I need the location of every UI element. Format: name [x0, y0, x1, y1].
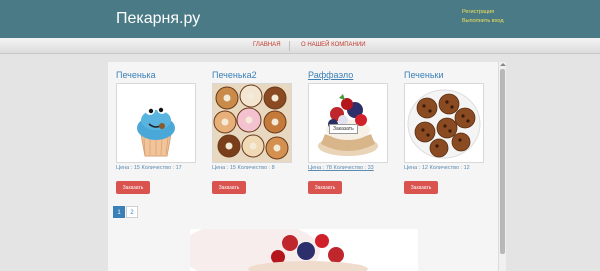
- quantity-label: Количество: [237, 165, 268, 171]
- nav-item-about[interactable]: О НАШЕЙ КОМПАНИИ: [301, 42, 366, 48]
- cupcake-image-icon: [117, 84, 195, 162]
- price-label: Цена: [404, 165, 418, 171]
- scrollbar-thumb[interactable]: [500, 69, 505, 254]
- auth-links: Регистрация Выполнить вход: [462, 8, 504, 26]
- product-meta: Цена : 15 Количество : 8: [212, 165, 275, 171]
- product-card: Печенька2 Цена : 15 Количество: 8 Заказ…: [212, 70, 298, 194]
- order-button[interactable]: Заказать: [308, 181, 342, 194]
- product-meta: Цена : 78 Количество : 33: [308, 165, 374, 171]
- page-button-1[interactable]: 1: [113, 206, 125, 218]
- product-title[interactable]: Раффаэло: [308, 70, 394, 82]
- register-link[interactable]: Регистрация: [462, 8, 504, 17]
- order-button[interactable]: Заказать: [212, 181, 246, 194]
- product-image[interactable]: [404, 83, 484, 163]
- scrollbar[interactable]: [498, 62, 506, 271]
- quantity-label: Количество: [429, 165, 460, 171]
- product-card: Печеньки Цена: 12 Количество: 12 Заказ…: [404, 70, 490, 194]
- price-label: Цена: [308, 165, 322, 171]
- site-header: Пекарня.ру Регистрация Выполнить вход: [0, 0, 600, 38]
- donuts-image-icon: [213, 84, 291, 162]
- product-image[interactable]: [116, 83, 196, 163]
- quantity-value: 12: [463, 165, 470, 171]
- page-button-2[interactable]: 2: [126, 206, 138, 218]
- product-card: Печенька Цена : 15 Количество : 17 Заказ…: [116, 70, 202, 194]
- price-label: Цена: [212, 165, 226, 171]
- product-title[interactable]: Печеньки: [404, 70, 490, 82]
- order-button[interactable]: Заказать: [116, 181, 150, 194]
- product-image[interactable]: [212, 83, 292, 163]
- product-meta: Цена : 12 Количество : 12: [404, 165, 470, 171]
- price-value: 12: [421, 165, 428, 171]
- price-value: 15: [133, 165, 140, 171]
- scroll-up-arrow-icon[interactable]: [500, 63, 506, 66]
- product-image[interactable]: Заказать: [308, 83, 388, 163]
- site-logo[interactable]: Пекарня.ру: [116, 10, 200, 28]
- price-label: Цена: [116, 165, 130, 171]
- berry-tart-image-icon: [309, 84, 387, 162]
- promo-banner-image: [190, 229, 418, 271]
- product-title[interactable]: Печенька: [116, 70, 202, 82]
- product-title[interactable]: Печенька2: [212, 70, 298, 82]
- thumb-tooltip: Заказать: [329, 124, 358, 134]
- quantity-value: 33: [367, 165, 374, 171]
- order-button[interactable]: Заказать: [404, 181, 438, 194]
- login-link[interactable]: Выполнить вход: [462, 17, 504, 26]
- berries-banner-icon: [190, 229, 418, 271]
- price-value: 78: [325, 165, 332, 171]
- product-card: Раффаэло Заказать Цена : 78 Количество :…: [308, 70, 394, 194]
- quantity-label: Количество: [333, 165, 364, 171]
- quantity-value: 8: [271, 165, 275, 171]
- main-navbar: ГЛАВНАЯ О НАШЕЙ КОМПАНИИ: [0, 38, 600, 54]
- cookies-image-icon: [405, 84, 483, 162]
- quantity-label: Количество: [141, 165, 172, 171]
- product-meta: Цена : 15 Количество : 17: [116, 165, 182, 171]
- price-value: 15: [229, 165, 236, 171]
- quantity-value: 17: [175, 165, 182, 171]
- nav-divider: [289, 41, 290, 51]
- nav-item-home[interactable]: ГЛАВНАЯ: [253, 42, 281, 48]
